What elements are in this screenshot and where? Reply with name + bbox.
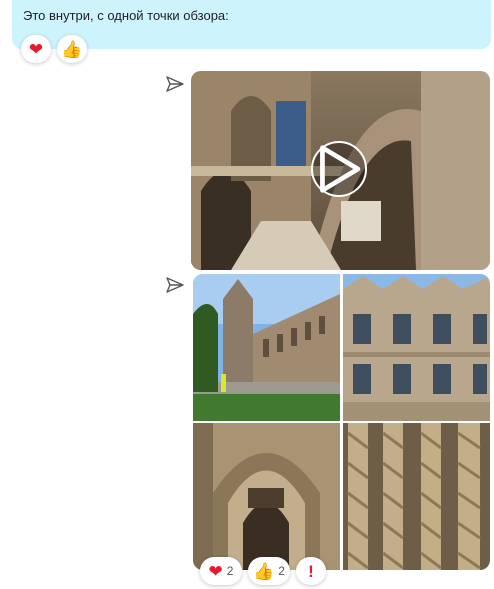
reaction-thumbs-up-button[interactable]: 👍	[57, 35, 87, 63]
forward-icon[interactable]	[165, 275, 185, 295]
reaction-count: 2	[278, 564, 285, 578]
thumbs-up-icon: 👍	[61, 39, 83, 59]
museum-facade-image	[343, 274, 490, 421]
heart-icon: ❤	[208, 561, 223, 581]
message-text: Это внутри, с одной точки обзора:	[23, 8, 229, 23]
reaction-thumbs-up-count-button[interactable]: 👍 2	[248, 557, 290, 585]
photo-museum-columns[interactable]	[343, 423, 490, 570]
museum-entrance-image	[193, 423, 340, 570]
photo-museum-facade[interactable]	[343, 274, 490, 421]
exclamation-icon: !	[308, 561, 314, 581]
reaction-heart-button[interactable]: ❤	[21, 35, 51, 63]
play-button[interactable]	[311, 141, 367, 197]
photo-museum-entrance[interactable]	[193, 423, 340, 570]
video-thumbnail[interactable]	[191, 71, 490, 270]
reaction-count: 2	[226, 564, 234, 578]
museum-columns-image	[343, 423, 490, 570]
forward-icon[interactable]	[165, 74, 185, 94]
reaction-exclamation-button[interactable]: !	[296, 557, 326, 585]
museum-exterior-image	[193, 274, 340, 421]
heart-icon: ❤	[28, 39, 44, 59]
play-icon	[320, 145, 361, 193]
thumbs-up-icon: 👍	[253, 561, 275, 581]
photo-museum-exterior[interactable]	[193, 274, 340, 421]
reaction-heart-count-button[interactable]: ❤ 2	[200, 557, 242, 585]
